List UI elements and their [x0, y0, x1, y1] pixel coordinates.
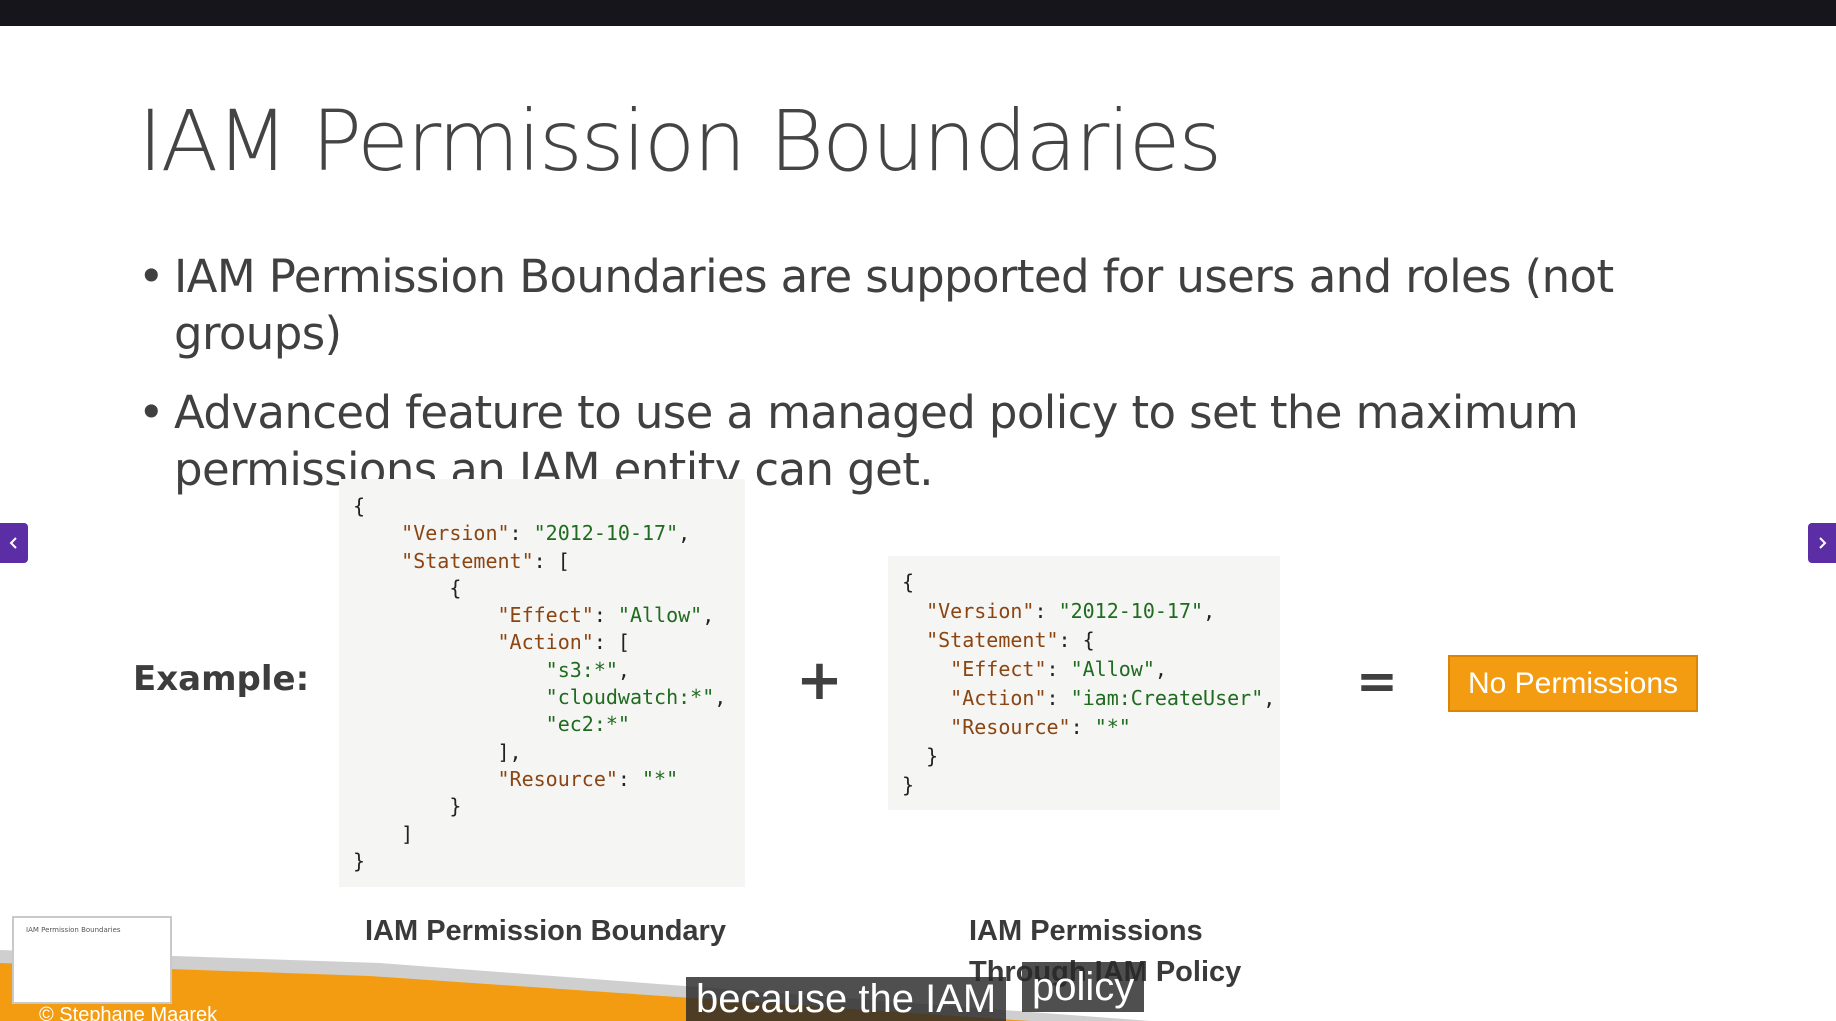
iam-policy-code: { "Version": "2012-10-17", "Statement": … — [888, 556, 1280, 810]
json-value: "s3:*" — [545, 657, 618, 682]
json-key: "Effect" — [497, 603, 594, 628]
player-top-bar — [0, 0, 1836, 26]
json-value: "iam:CreateUser" — [1070, 686, 1264, 710]
next-button[interactable] — [1808, 523, 1836, 563]
slide-thumbnail[interactable]: IAM Permission Boundaries — [12, 916, 172, 1004]
json-value: "ec2:*" — [545, 712, 630, 737]
thumbnail-title: IAM Permission Boundaries — [26, 926, 121, 934]
equals-sign: = — [1356, 652, 1398, 710]
json-key: "Statement" — [926, 628, 1059, 652]
json-key: "Action" — [950, 686, 1047, 710]
json-key: "Version" — [926, 599, 1035, 623]
no-permissions-badge: No Permissions — [1448, 655, 1698, 712]
json-key: "Resource" — [497, 766, 618, 791]
bullet-dot: • — [138, 250, 165, 303]
bullet-item: • IAM Permission Boundaries are supported… — [138, 248, 1698, 362]
json-key: "Resource" — [950, 715, 1071, 739]
plus-sign: + — [796, 648, 843, 713]
json-key: "Effect" — [950, 657, 1047, 681]
previous-button[interactable] — [0, 523, 28, 563]
json-key: "Version" — [401, 521, 510, 546]
example-label: Example: — [133, 659, 310, 699]
bullet-text: IAM Permission Boundaries are supported … — [174, 250, 1614, 360]
json-value: "Allow" — [617, 603, 703, 628]
json-value: "2012-10-17" — [533, 521, 679, 546]
json-key: "Statement" — [401, 548, 534, 573]
copyright-text: © Stephane Maarek — [39, 1004, 218, 1021]
chevron-left-icon — [9, 537, 17, 549]
chevron-right-icon — [1819, 537, 1827, 549]
subtitle-line-1: because the IAM — [686, 977, 1007, 1021]
subtitle-line-2: policy — [1022, 962, 1145, 1012]
bullet-dot: • — [138, 386, 165, 439]
permission-boundary-code: { "Version": "2012-10-17", "Statement": … — [339, 479, 745, 887]
json-key: "Action" — [497, 630, 594, 655]
json-value: "*" — [642, 766, 679, 791]
json-value: "cloudwatch:*" — [545, 685, 715, 710]
json-value: "Allow" — [1070, 657, 1155, 681]
slide-title: IAM Permission Boundaries — [138, 92, 1222, 190]
json-value: "*" — [1094, 715, 1131, 739]
json-value: "2012-10-17" — [1058, 599, 1204, 623]
